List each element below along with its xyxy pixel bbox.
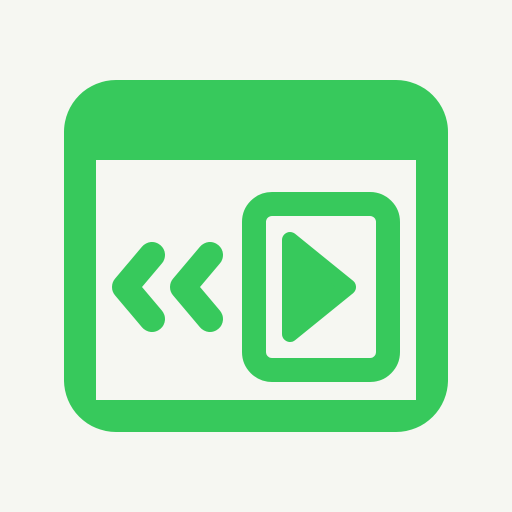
app-icon-canvas bbox=[0, 0, 512, 512]
browser-window-rewind-video-icon bbox=[64, 80, 448, 432]
